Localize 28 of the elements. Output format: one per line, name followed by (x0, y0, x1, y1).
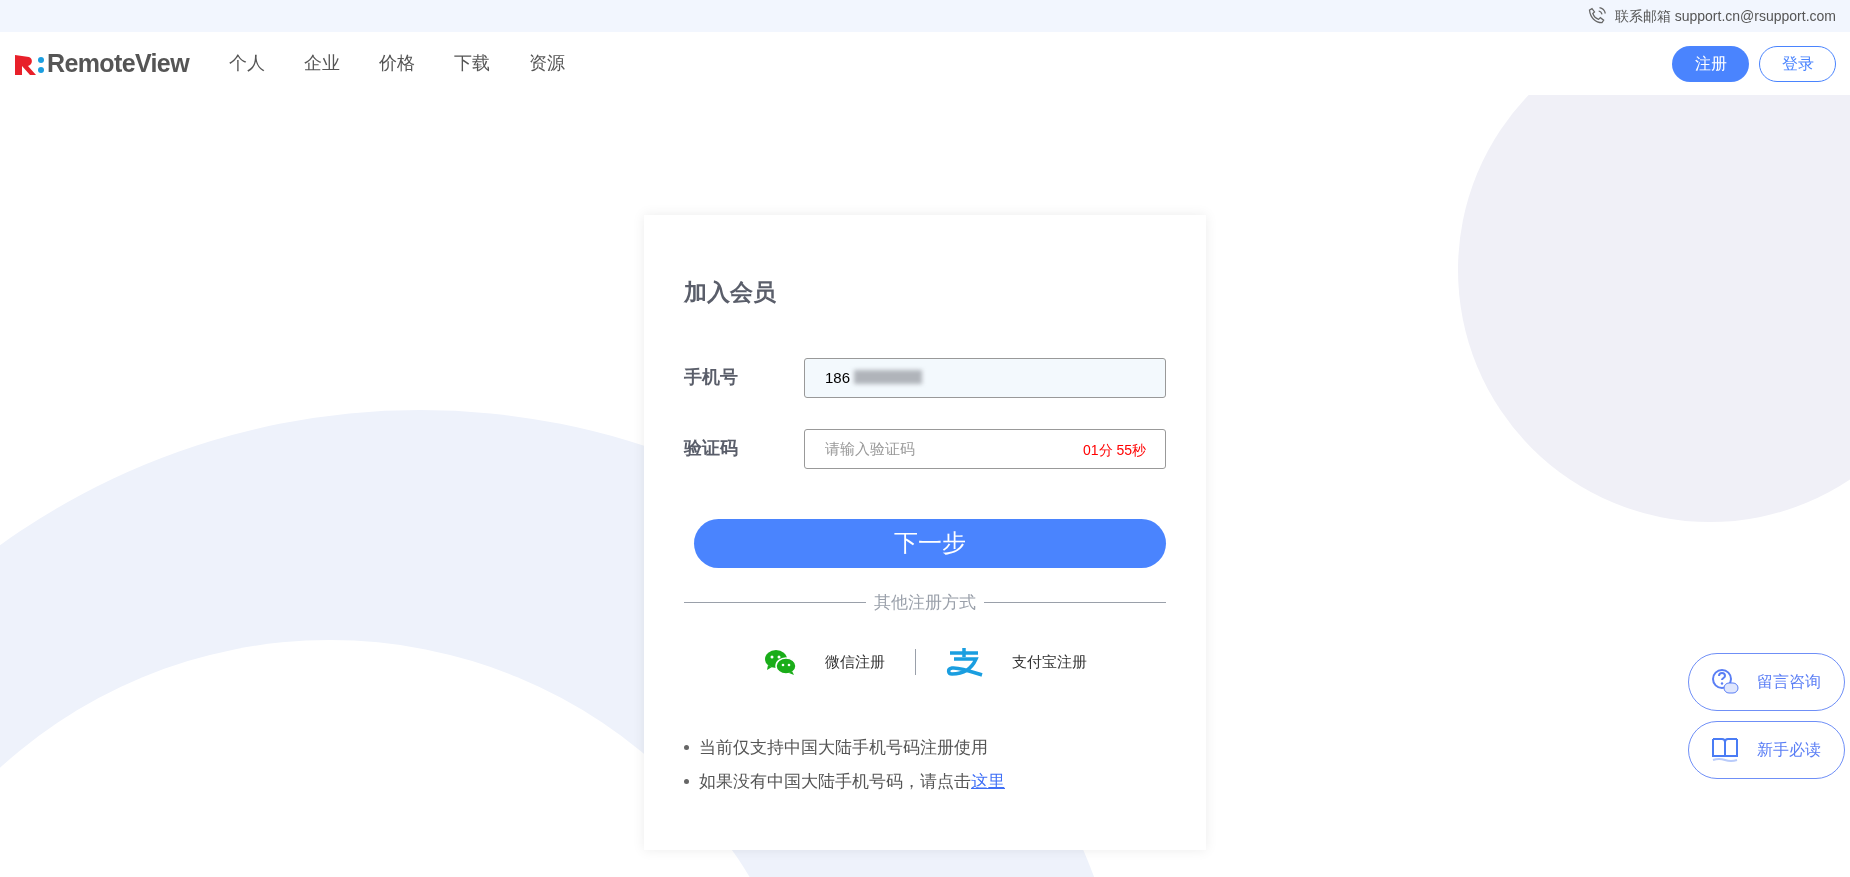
signup-link[interactable]: 微信注册 (824, 650, 885, 674)
field-label: 验证码 (684, 437, 739, 460)
wechat-icon (763, 648, 797, 676)
phone-icon (1586, 6, 1607, 26)
guide-button[interactable]: 新手必读 (1688, 721, 1845, 779)
nav-link[interactable]: 个人 (228, 50, 265, 77)
divider-label: 其他注册方式 (874, 591, 976, 614)
contact-email: 联系邮箱 support.cn@rsupport.com (1614, 6, 1836, 26)
consult-button[interactable]: 留言咨询 (1688, 653, 1845, 711)
bullet-icon (684, 778, 689, 784)
book-icon (1711, 736, 1739, 764)
nav-link[interactable]: 下载 (453, 50, 490, 77)
here-link[interactable]: 这里 (971, 771, 1005, 791)
login-button[interactable]: 登录 (1759, 45, 1836, 82)
form-title: 加入会员 (684, 278, 777, 307)
note-text: 当前仅支持中国大陆手机号码注册使用 (699, 737, 988, 759)
logo-text: RemoteView (47, 47, 189, 79)
nav-link[interactable]: 资源 (528, 50, 565, 77)
note-text: 如果没有中国大陆手机号码，请点击这里 (699, 770, 1005, 793)
alipay-icon (945, 647, 984, 677)
signup-link[interactable]: 支付宝注册 (1011, 650, 1087, 674)
input-field[interactable]: 186 (804, 357, 1166, 398)
question-chat-icon (1711, 668, 1739, 696)
bullet-icon (684, 745, 689, 751)
nav-link[interactable]: 价格 (378, 50, 415, 77)
nav-link[interactable]: 企业 (303, 50, 340, 77)
field-label: 手机号 (684, 366, 739, 389)
countdown-timer: 01分 55秒 (1082, 440, 1146, 460)
